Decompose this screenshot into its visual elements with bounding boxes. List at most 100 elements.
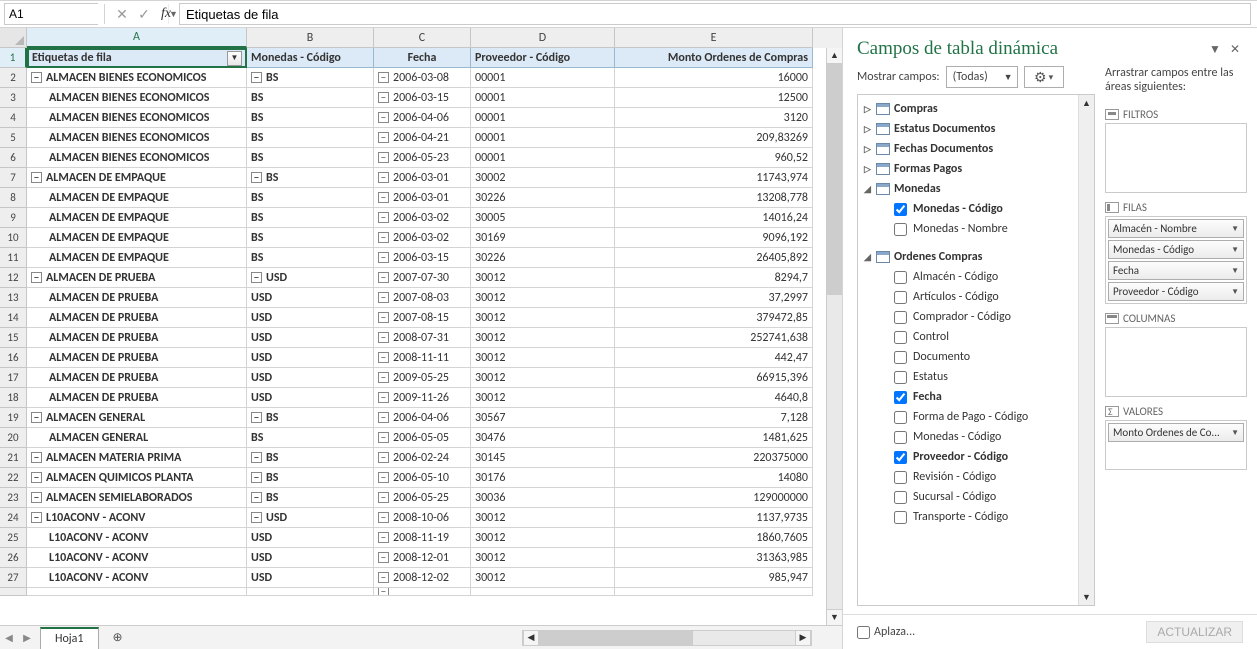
row-header[interactable]: 22 — [0, 468, 27, 488]
pivot-cell[interactable]: −BS — [247, 68, 374, 88]
col-header-a[interactable]: A — [27, 28, 247, 48]
pivot-cell[interactable]: USD — [247, 288, 374, 308]
field-label[interactable]: Documento — [913, 350, 970, 364]
field-table-label[interactable]: Estatus Documentos — [894, 122, 995, 136]
scroll-left-icon[interactable]: ◀ — [523, 631, 539, 645]
pivot-cell[interactable]: −2006-03-02 — [374, 208, 471, 228]
pivot-cell[interactable]: −2006-04-21 — [374, 128, 471, 148]
collapse-icon[interactable]: − — [31, 72, 42, 83]
field-table-label[interactable]: Fechas Documentos — [894, 142, 993, 156]
pivot-cell[interactable]: 30012 — [471, 508, 615, 528]
pivot-cell[interactable]: −2006-03-02 — [374, 228, 471, 248]
pivot-row-label[interactable]: −ALMACEN SEMIELABORADOS — [27, 488, 247, 508]
collapse-icon[interactable]: − — [378, 472, 389, 483]
collapse-icon[interactable]: − — [378, 152, 389, 163]
field-list-item[interactable]: ▷Estatus Documentos — [858, 119, 1094, 139]
pivot-cell[interactable]: 30012 — [471, 568, 615, 588]
field-list-item[interactable]: Estatus — [858, 367, 1094, 387]
pivot-row-label[interactable]: ALMACEN BIENES ECONOMICOS — [27, 148, 247, 168]
field-list-item[interactable]: ▷Formas Pagos — [858, 159, 1094, 179]
pivot-row-label[interactable]: ALMACEN GENERAL — [27, 428, 247, 448]
collapse-icon[interactable]: − — [378, 332, 389, 343]
area-item[interactable]: Proveedor - Código▼ — [1108, 282, 1244, 301]
pivot-value-cell[interactable]: 252741,638 — [615, 328, 813, 348]
collapse-icon[interactable]: − — [378, 352, 389, 363]
pivot-value-cell[interactable]: 379472,85 — [615, 308, 813, 328]
pivot-cell[interactable]: 30012 — [471, 528, 615, 548]
collapse-icon[interactable]: − — [378, 212, 389, 223]
rows-area[interactable]: Almacén - Nombre▼Monedas - Código▼Fecha▼… — [1105, 216, 1247, 304]
collapse-icon[interactable]: − — [378, 252, 389, 263]
pivot-cell[interactable]: −2007-08-03 — [374, 288, 471, 308]
collapse-icon[interactable]: − — [251, 72, 262, 83]
collapse-icon[interactable]: − — [378, 492, 389, 503]
field-label[interactable]: Estatus — [913, 370, 948, 384]
pivot-value-cell[interactable]: 14080 — [615, 468, 813, 488]
pivot-cell[interactable]: BS — [247, 148, 374, 168]
row-labels-filter-button[interactable]: ▼ — [227, 51, 242, 66]
row-header[interactable]: 25 — [0, 528, 27, 548]
pivot-row-label[interactable]: ALMACEN DE EMPAQUE — [27, 248, 247, 268]
collapse-icon[interactable]: − — [378, 392, 389, 403]
field-list-item[interactable]: ◢Ordenes Compras — [858, 247, 1094, 267]
pivot-cell[interactable]: BS — [247, 228, 374, 248]
pivot-row-label[interactable]: ALMACEN DE EMPAQUE — [27, 208, 247, 228]
row-header[interactable]: 6 — [0, 148, 27, 168]
pivot-cell[interactable]: 30476 — [471, 428, 615, 448]
field-list-item[interactable]: Sucursal - Código — [858, 487, 1094, 507]
pivot-value-cell[interactable]: 8294,7 — [615, 268, 813, 288]
pivot-row-label[interactable]: ALMACEN DE EMPAQUE — [27, 228, 247, 248]
collapse-icon[interactable]: − — [378, 552, 389, 563]
row-header[interactable]: 23 — [0, 488, 27, 508]
pivot-value-cell[interactable]: 11743,974 — [615, 168, 813, 188]
pivot-header[interactable]: Proveedor - Código — [471, 48, 615, 68]
collapse-icon[interactable]: − — [251, 172, 262, 183]
collapse-icon[interactable]: − — [378, 192, 389, 203]
field-label[interactable]: Revisión - Código — [913, 470, 996, 484]
pivot-cell[interactable]: −BS — [247, 468, 374, 488]
area-item[interactable]: Almacén - Nombre▼ — [1108, 219, 1244, 238]
pivot-row-label[interactable]: ALMACEN DE PRUEBA — [27, 328, 247, 348]
vertical-scrollbar[interactable]: ▲ ▼ — [826, 48, 842, 625]
pivot-value-cell[interactable]: 3120 — [615, 108, 813, 128]
collapse-icon[interactable]: − — [378, 272, 389, 283]
row-header[interactable]: 9 — [0, 208, 27, 228]
pivot-value-cell[interactable]: 960,52 — [615, 148, 813, 168]
collapse-icon[interactable]: − — [378, 512, 389, 523]
field-checkbox[interactable] — [894, 271, 907, 284]
pivot-cell[interactable]: 30002 — [471, 168, 615, 188]
pivot-cell[interactable] — [247, 588, 374, 596]
pivot-cell[interactable]: BS — [247, 128, 374, 148]
columns-area[interactable] — [1105, 327, 1247, 397]
field-label[interactable]: Comprador - Código — [913, 310, 1011, 324]
pivot-value-cell[interactable] — [615, 588, 813, 596]
pivot-value-cell[interactable]: 16000 — [615, 68, 813, 88]
field-list[interactable]: ▷Compras▷Estatus Documentos▷Fechas Docum… — [857, 94, 1095, 606]
pivot-cell[interactable]: −2006-03-15 — [374, 88, 471, 108]
pivot-value-cell[interactable]: 26405,892 — [615, 248, 813, 268]
field-checkbox[interactable] — [894, 511, 907, 524]
field-checkbox[interactable] — [894, 203, 907, 216]
defer-layout-checkbox[interactable]: Aplaza... — [857, 625, 915, 639]
sheet-nav-first-icon[interactable]: ◀ — [0, 631, 18, 644]
pivot-cell[interactable] — [471, 588, 615, 596]
field-list-item[interactable]: Fecha — [858, 387, 1094, 407]
pivot-cell[interactable]: −2008-11-19 — [374, 528, 471, 548]
pivot-cell[interactable]: 30005 — [471, 208, 615, 228]
select-all-cell[interactable] — [0, 28, 27, 48]
col-header-e[interactable]: E — [615, 28, 813, 48]
field-checkbox[interactable] — [894, 451, 907, 464]
pivot-row-label[interactable]: −ALMACEN DE EMPAQUE — [27, 168, 247, 188]
row-header[interactable]: 21 — [0, 448, 27, 468]
pivot-row-label[interactable] — [27, 588, 247, 596]
collapse-icon[interactable]: − — [31, 412, 42, 423]
pivot-cell[interactable]: −2006-05-05 — [374, 428, 471, 448]
pivot-cell[interactable]: 00001 — [471, 108, 615, 128]
scroll-up-icon[interactable]: ▲ — [827, 48, 842, 64]
field-list-item[interactable]: Revisión - Código — [858, 467, 1094, 487]
pivot-cell[interactable]: 30145 — [471, 448, 615, 468]
pivot-header[interactable]: Monto Ordenes de Compras — [615, 48, 813, 68]
pivot-cell[interactable]: −2007-07-30 — [374, 268, 471, 288]
field-label[interactable]: Artículos - Código — [913, 290, 999, 304]
field-label[interactable]: Monedas - Código — [913, 202, 1003, 216]
